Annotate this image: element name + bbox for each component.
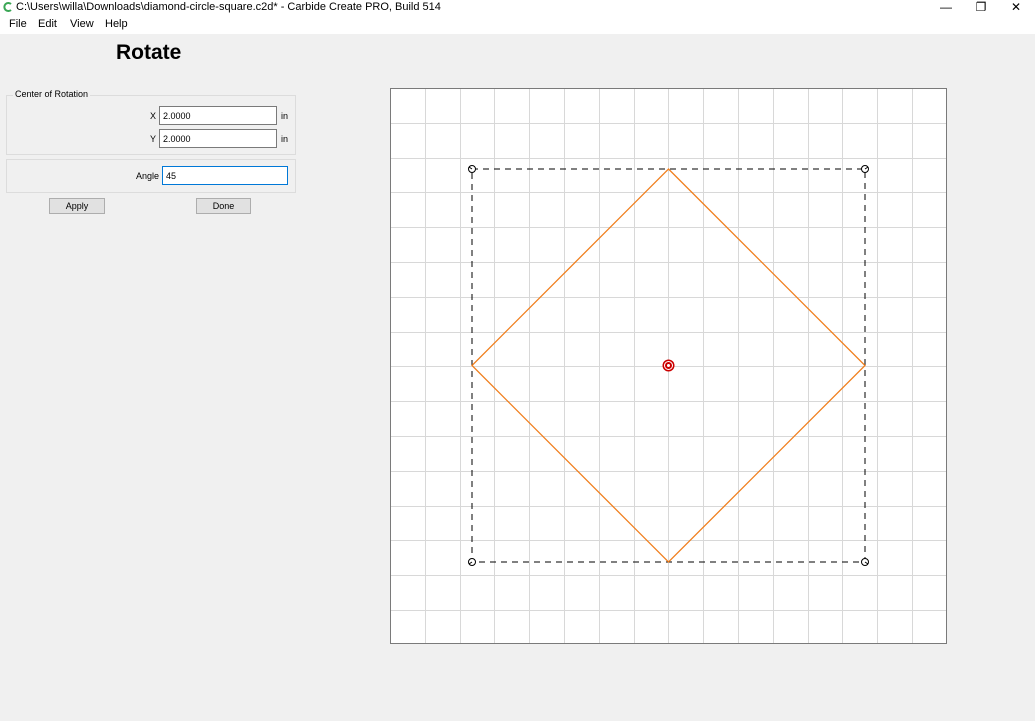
- angle-input[interactable]: [162, 166, 288, 185]
- panel-title: Rotate: [116, 41, 182, 64]
- menu-file[interactable]: File: [9, 18, 27, 30]
- rotate-handle-icon[interactable]: [861, 165, 869, 173]
- minimize-button[interactable]: —: [929, 0, 963, 16]
- design-canvas[interactable]: [390, 88, 947, 644]
- done-button[interactable]: Done: [196, 198, 251, 214]
- y-unit: in: [281, 134, 289, 144]
- restore-button[interactable]: ❐: [964, 0, 998, 16]
- x-input[interactable]: [159, 106, 277, 125]
- app-icon: [3, 2, 12, 12]
- rotate-handle-icon[interactable]: [468, 165, 476, 173]
- window-title: C:\Users\willa\Downloads\diamond-circle-…: [16, 1, 441, 13]
- y-label: Y: [149, 134, 156, 144]
- rotation-center-icon[interactable]: [662, 359, 675, 372]
- rotate-handle-icon[interactable]: [468, 558, 476, 566]
- menu-edit[interactable]: Edit: [38, 18, 57, 30]
- menu-view[interactable]: View: [70, 18, 94, 30]
- rotate-handle-icon[interactable]: [861, 558, 869, 566]
- x-unit: in: [281, 111, 289, 121]
- center-of-rotation-label: Center of Rotation: [13, 89, 91, 99]
- apply-button[interactable]: Apply: [49, 198, 105, 214]
- angle-label: Angle: [135, 171, 159, 181]
- close-button[interactable]: ✕: [999, 0, 1033, 16]
- menu-help[interactable]: Help: [105, 18, 128, 30]
- x-label: X: [149, 111, 156, 121]
- menu-bar: File Edit View Help: [0, 16, 1035, 34]
- title-bar: C:\Users\willa\Downloads\diamond-circle-…: [0, 0, 1035, 16]
- y-input[interactable]: [159, 129, 277, 148]
